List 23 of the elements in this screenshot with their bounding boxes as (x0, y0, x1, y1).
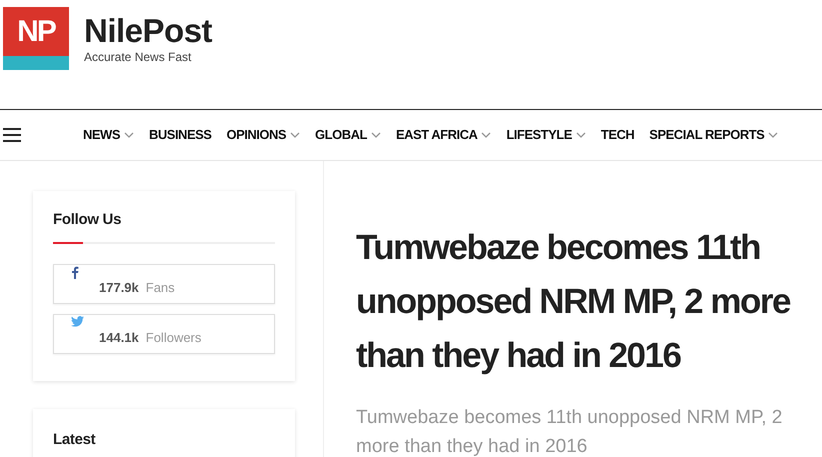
facebook-icon (71, 266, 79, 278)
article-subtitle: Tumwebaze becomes 11th unopposed NRM MP, 2 more than they had in 2016 (356, 406, 784, 457)
nav-link[interactable]: SPECIAL REPORTS (649, 125, 778, 145)
article-headline: Tumwebaze becomes 11th unopposed NRM MP, 2 more than they had in 2016 (356, 227, 792, 377)
site-tagline: Accurate News Fast (84, 50, 192, 64)
section-title: Latest (53, 430, 96, 450)
site-name[interactable]: NilePost (84, 13, 212, 49)
follower-count: 144.1k (99, 328, 139, 347)
follower-label: Followers (146, 328, 202, 347)
nav-link[interactable]: LIFESTYLE (506, 125, 586, 145)
nav-link[interactable]: NEWS (83, 125, 134, 145)
follower-label: Fans (146, 278, 175, 297)
section-title: Follow Us (53, 210, 122, 230)
nav-link[interactable]: GLOBAL (315, 125, 381, 145)
follower-count: 177.9k (99, 278, 139, 297)
social-follow-button[interactable]: 144.1k Followers (53, 314, 275, 354)
nav-link[interactable]: EAST AFRICA (396, 125, 492, 145)
nav-link[interactable]: OPINIONS (226, 125, 300, 145)
menu-icon[interactable] (3, 128, 21, 142)
social-follow-button[interactable]: 177.9k Fans (53, 264, 275, 304)
twitter-icon (71, 316, 84, 326)
nav-link[interactable]: TECH (600, 125, 634, 145)
nav-link[interactable]: BUSINESS (149, 125, 212, 145)
